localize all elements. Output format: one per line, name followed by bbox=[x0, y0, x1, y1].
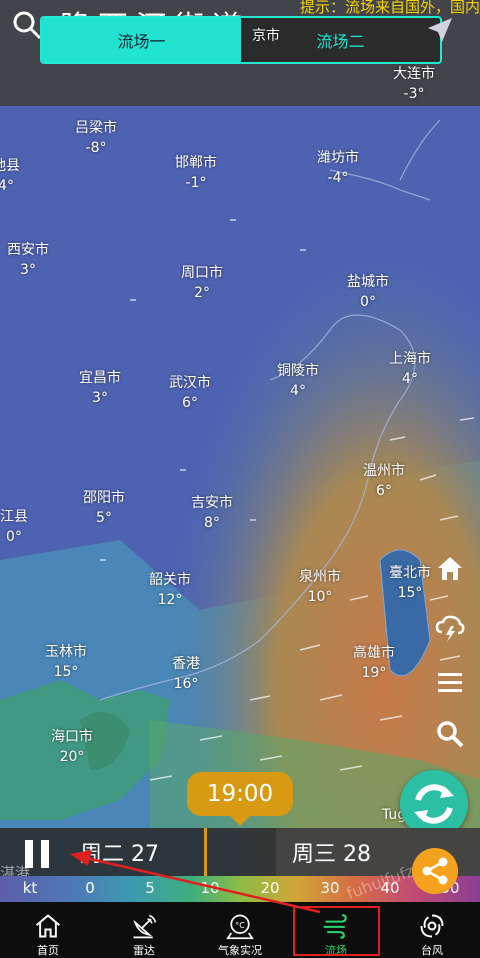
nav-label: 雷达 bbox=[133, 944, 155, 957]
city-label: 海口市 20° bbox=[51, 729, 93, 765]
scale-tick: 20 bbox=[260, 879, 280, 897]
pause-icon[interactable] bbox=[22, 838, 52, 870]
city-label: 韶关市 12° bbox=[149, 572, 191, 608]
city-label: 邯郸市 -1° bbox=[175, 155, 217, 191]
locate-arrow-icon[interactable] bbox=[422, 14, 456, 48]
city-label: 泉州市 10° bbox=[299, 569, 341, 605]
city-label: 江县 0° bbox=[0, 509, 28, 545]
thermometer-icon: °C bbox=[226, 914, 254, 940]
timeline-progress-marker[interactable] bbox=[204, 828, 207, 876]
nav-weather-live[interactable]: °C 气象实况 bbox=[192, 902, 288, 958]
city-label: 吉安市 8° bbox=[191, 495, 233, 531]
city-label: 盐城市 0° bbox=[347, 274, 389, 310]
home-icon bbox=[36, 914, 60, 938]
zoom-search-icon[interactable] bbox=[434, 718, 466, 750]
scale-tick: 30 bbox=[320, 879, 340, 897]
svg-text:°C: °C bbox=[235, 921, 245, 930]
nav-label: 首页 bbox=[37, 944, 59, 957]
flow-tabs: 流场一 流场二 bbox=[40, 16, 442, 64]
city-label: 香港 16° bbox=[172, 656, 200, 692]
bottom-nav: 首页 雷达 °C 气象实况 流场 台风 bbox=[0, 902, 480, 958]
city-label: 吕梁市 -8° bbox=[75, 120, 117, 156]
city-label: 邵阳市 5° bbox=[83, 490, 125, 526]
timeline-day-2[interactable]: 周三 28 bbox=[292, 828, 371, 876]
city-label: 周口市 2° bbox=[181, 265, 223, 301]
city-label: 玉林市 15° bbox=[45, 644, 87, 680]
city-label: 西安市 3° bbox=[7, 242, 49, 278]
typhoon-icon bbox=[420, 914, 444, 938]
share-icon[interactable] bbox=[412, 848, 458, 894]
scale-tick: 0 bbox=[85, 879, 95, 897]
city-label: 大连市 -3° bbox=[393, 66, 435, 102]
scale-unit: kt bbox=[22, 879, 38, 897]
menu-icon[interactable] bbox=[434, 666, 466, 698]
city-label: 地县4° bbox=[0, 158, 20, 194]
current-time-bubble: 19:00 bbox=[187, 772, 293, 826]
nav-radar[interactable]: 雷达 bbox=[96, 902, 192, 958]
city-label: 高雄市 19° bbox=[353, 645, 395, 681]
tab-flow-1[interactable]: 流场一 bbox=[42, 18, 241, 62]
home-location-icon[interactable] bbox=[434, 552, 466, 584]
city-label: 温州市 6° bbox=[363, 463, 405, 499]
scale-tick: 5 bbox=[145, 879, 155, 897]
city-label: 宜昌市 3° bbox=[79, 370, 121, 406]
search-icon[interactable] bbox=[10, 8, 44, 42]
radar-icon bbox=[133, 914, 157, 939]
flow-field-highlight-box bbox=[293, 906, 380, 956]
weather-alert-icon[interactable] bbox=[434, 612, 466, 644]
city-label: 臺北市 15° bbox=[389, 565, 431, 601]
nav-label: 台风 bbox=[421, 944, 443, 957]
timeline-day-1[interactable]: 周二 27 bbox=[80, 828, 159, 876]
city-label: 上海市 4° bbox=[389, 351, 431, 387]
city-label: 铜陵市 4° bbox=[277, 363, 319, 399]
scale-tick: 10 bbox=[200, 879, 220, 897]
nav-label: 气象实况 bbox=[218, 944, 262, 957]
city-label: 潍坊市 -4° bbox=[317, 150, 359, 186]
city-label: 武汉市 6° bbox=[169, 375, 211, 411]
nav-typhoon[interactable]: 台风 bbox=[384, 902, 480, 958]
nav-home[interactable]: 首页 bbox=[0, 902, 96, 958]
city-label: 京市 bbox=[252, 28, 280, 44]
